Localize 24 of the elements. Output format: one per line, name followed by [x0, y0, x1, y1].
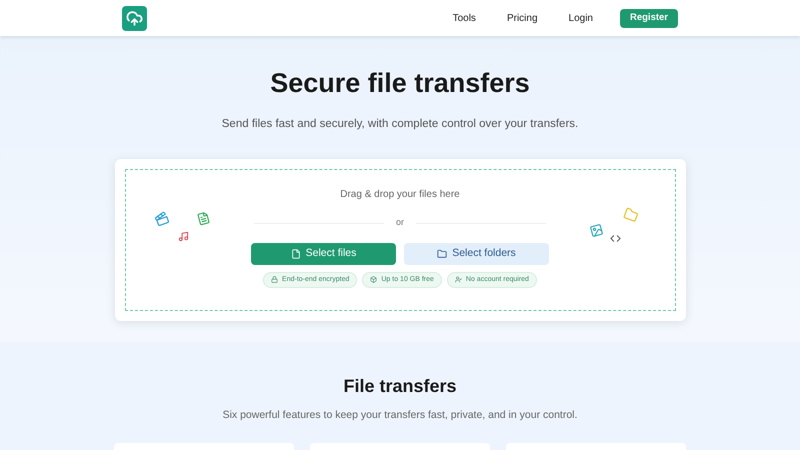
- hero-subtitle: Send files fast and securely, with complete control over your transfers.: [222, 117, 578, 132]
- select-folders-button[interactable]: Select folders: [404, 242, 549, 265]
- folder-icon: [622, 206, 640, 224]
- folder-icon: [437, 248, 448, 259]
- document-icon: [195, 210, 211, 227]
- music-note-icon: [178, 231, 188, 242]
- box-icon: [370, 276, 378, 284]
- hero-title: Secure file transfers: [270, 70, 530, 97]
- code-icon: [610, 233, 620, 244]
- select-files-button[interactable]: Select files: [251, 242, 396, 265]
- lock-icon: [271, 276, 278, 284]
- logo-icon[interactable]: [122, 6, 147, 30]
- nav-link[interactable]: Tools: [452, 10, 476, 26]
- file-icon: [290, 248, 301, 259]
- user-icon: [454, 276, 462, 284]
- section-subtitle: Six powerful features to keep your transfers fast, private, and in your control.: [222, 408, 578, 423]
- clapperboard-icon: [152, 210, 170, 228]
- separator-text: or: [396, 216, 404, 230]
- section-title: File transfers: [343, 375, 457, 398]
- drop-prompt: Drag & drop your files here: [340, 188, 460, 202]
- image-icon: [588, 222, 604, 239]
- register-button[interactable]: Register: [620, 8, 678, 28]
- nav-link[interactable]: Login: [568, 10, 593, 26]
- nav-link[interactable]: Pricing: [506, 10, 538, 26]
